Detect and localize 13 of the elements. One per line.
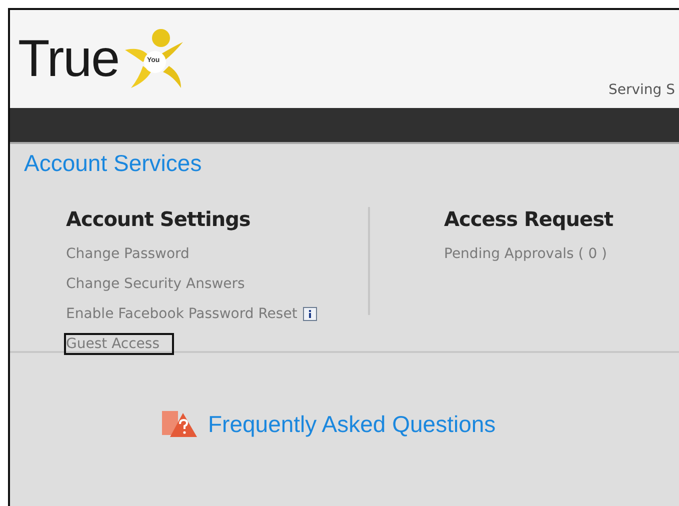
settings-link[interactable]: Enable Facebook Password Reset: [64, 303, 300, 325]
settings-link[interactable]: Pending Approvals ( 0 ): [442, 243, 610, 265]
faq-link[interactable]: Frequently Asked Questions: [208, 410, 496, 438]
info-icon[interactable]: [303, 307, 318, 321]
settings-link[interactable]: Change Security Answers: [64, 273, 247, 295]
settings-link[interactable]: Guest Access: [64, 333, 174, 355]
tagline-text: Serving S: [608, 82, 675, 98]
warning-question-icon: [162, 409, 198, 439]
settings-link[interactable]: Change Password: [64, 243, 192, 265]
section-heading: Account Settings: [66, 207, 252, 231]
logo-text: True: [18, 29, 119, 89]
section-heading: Access Request: [444, 207, 614, 231]
page-title-link[interactable]: Account Services: [24, 150, 202, 177]
